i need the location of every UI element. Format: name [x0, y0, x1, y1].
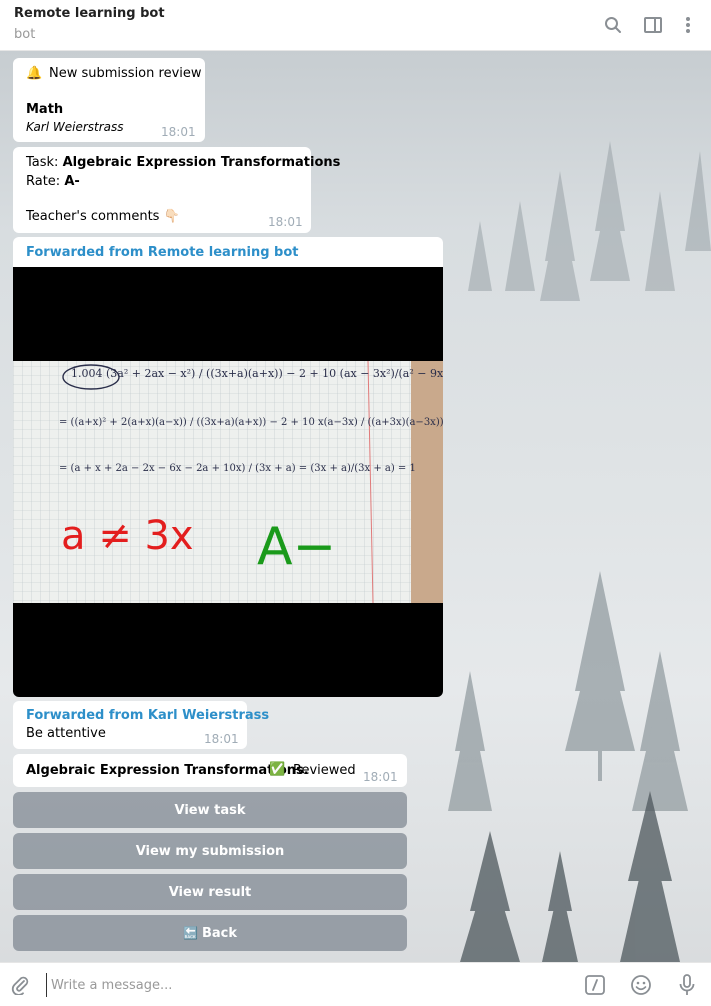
message-input[interactable]: [46, 973, 566, 997]
search-icon[interactable]: [600, 12, 626, 38]
chat-subtitle: bot: [14, 27, 36, 42]
chat-title[interactable]: Remote learning bot: [14, 6, 165, 21]
teacher-grade: A−: [257, 517, 337, 577]
forwarded-from-label[interactable]: Forwarded from Remote learning bot: [26, 245, 298, 260]
message-time: 18:01: [363, 770, 398, 784]
message-time: 18:01: [161, 125, 196, 139]
pointing-down-icon: 👇🏻: [163, 209, 180, 224]
status-text: Reviewed: [293, 763, 356, 778]
view-task-button[interactable]: View task: [13, 792, 407, 828]
chat-area[interactable]: 🔔 New submission review Math Karl Weiers…: [0, 51, 711, 962]
view-result-label: View result: [168, 884, 252, 900]
equation-line-3: = (a + x + 2a − 2x − 6x − 2a + 10x) / (3…: [59, 463, 416, 474]
comments-line: Teacher's comments 👇🏻: [26, 209, 180, 224]
sidebar-toggle-icon[interactable]: [640, 12, 666, 38]
emoji-icon[interactable]: [629, 973, 653, 997]
bell-icon: 🔔: [26, 66, 43, 81]
forwarded-from-label[interactable]: Forwarded from Karl Weierstrass: [26, 708, 269, 723]
task-name: Algebraic Expression Transformations: [62, 155, 341, 170]
message-time: 18:01: [204, 732, 239, 746]
rate-line: Rate: A-: [26, 174, 80, 189]
photo-image: [13, 360, 443, 604]
check-icon: ✅: [269, 762, 286, 777]
back-button[interactable]: 🔙 Back: [13, 915, 407, 951]
message-forwarded-comment[interactable]: Forwarded from Karl Weierstrass Be atten…: [13, 701, 269, 749]
task-label: Task:: [26, 155, 59, 170]
message-task-rate[interactable]: Task: Algebraic Expression Transformatio…: [13, 147, 340, 233]
message-forwarded-photo[interactable]: Forwarded from Remote learning bot 1.004…: [13, 237, 443, 697]
task-line: Task: Algebraic Expression Transformatio…: [26, 155, 340, 170]
microphone-icon[interactable]: [675, 973, 699, 997]
back-arrow-icon: 🔙: [183, 926, 198, 940]
message-submission-review[interactable]: 🔔 New submission review Math Karl Weiers…: [13, 58, 205, 142]
message-time: 18:01: [268, 215, 303, 229]
commands-icon[interactable]: [583, 973, 607, 997]
message-title: New submission review: [49, 66, 202, 81]
attach-icon[interactable]: [8, 973, 32, 997]
message-reviewed-status[interactable]: Algebraic Expression Transformations. ✅ …: [13, 754, 407, 787]
task-title: Algebraic Expression Transformations.: [26, 763, 309, 778]
comments-label: Teacher's comments: [26, 209, 160, 224]
rate-value: A-: [64, 174, 80, 189]
view-submission-label: View my submission: [135, 843, 285, 859]
homework-photo[interactable]: 1.004 (3a² + 2ax − x²) / ((3x+a)(a+x)) −…: [13, 267, 443, 697]
subject-label: Math: [26, 102, 64, 117]
comment-text: Be attentive: [26, 726, 106, 741]
rate-label: Rate:: [26, 174, 61, 189]
student-name: Karl Weierstrass: [26, 120, 124, 134]
more-vertical-icon[interactable]: [675, 12, 701, 38]
view-submission-button[interactable]: View my submission: [13, 833, 407, 869]
equation-line-2: = ((a+x)² + 2(a+x)(a−x)) / ((3x+a)(a+x))…: [59, 417, 443, 428]
message-composer: [0, 962, 711, 1006]
equation-line-1: 1.004 (3a² + 2ax − x²) / ((3x+a)(a+x)) −…: [71, 367, 443, 380]
view-task-label: View task: [174, 802, 246, 818]
back-label: Back: [201, 925, 237, 941]
chat-header: Remote learning bot bot: [0, 0, 711, 51]
view-result-button[interactable]: View result: [13, 874, 407, 910]
teacher-red-note: a ≠ 3x: [61, 513, 194, 559]
